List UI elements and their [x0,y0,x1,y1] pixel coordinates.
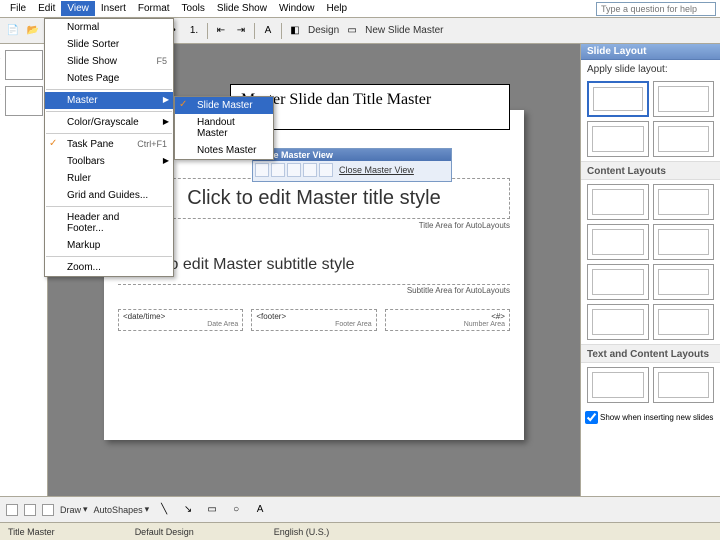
toolbar-title[interactable]: Slide Master View [253,149,451,161]
check-icon: ✓ [49,138,57,149]
checkbox-icon[interactable] [585,411,598,424]
number-placeholder[interactable]: <#> Number Area [385,309,510,331]
view-dropdown: Normal Slide Sorter Slide ShowF5 Notes P… [44,18,174,277]
layout-tile[interactable] [653,184,715,220]
menu-ruler[interactable]: Ruler [45,170,173,187]
numbering-icon[interactable]: 1. [185,22,203,40]
arrow-icon[interactable]: ↘ [179,501,197,519]
layout-tile[interactable] [587,121,649,157]
menu-normal[interactable]: Normal [45,19,173,36]
text-content-layouts-section: Text and Content Layouts [581,344,720,363]
oval-icon[interactable]: ○ [227,501,245,519]
layout-tile[interactable] [653,304,715,340]
layout-tile[interactable] [587,224,649,260]
menu-slide-sorter[interactable]: Slide Sorter [45,36,173,53]
textbox-icon[interactable]: A [251,501,269,519]
footer-placeholder[interactable]: <footer> Footer Area [251,309,376,331]
layout-tile[interactable] [587,184,649,220]
layout-tile[interactable] [653,264,715,300]
menu-notes-page[interactable]: Notes Page [45,70,173,87]
rectangle-icon[interactable]: ▭ [203,501,221,519]
menu-edit[interactable]: Edit [32,1,61,16]
chevron-right-icon: ▶ [163,156,169,165]
status-slide: Title Master [8,527,55,537]
view-normal-icon[interactable] [6,504,18,516]
chevron-right-icon: ▶ [163,117,169,126]
thumbnail-panel: 1 2 [0,44,48,496]
layout-tile[interactable] [587,264,649,300]
layout-tile[interactable] [587,81,649,117]
status-language: English (U.S.) [274,527,330,537]
menu-header-footer[interactable]: Header and Footer... [45,209,173,237]
menu-grid-guides[interactable]: Grid and Guides... [45,187,173,204]
delete-master-icon[interactable] [271,163,285,177]
menu-help[interactable]: Help [321,1,354,16]
view-sorter-icon[interactable] [24,504,36,516]
font-color-icon[interactable]: A [259,22,277,40]
new-icon[interactable]: 📄 [4,22,22,40]
drawing-toolbar: Draw ▾ AutoShapes ▾ ╲ ↘ ▭ ○ A [0,496,720,522]
submenu-notes-master[interactable]: Notes Master [175,142,273,159]
indent-decrease-icon[interactable]: ⇤ [212,22,230,40]
submenu-slide-master[interactable]: ✓Slide Master [175,97,273,114]
menu-insert[interactable]: Insert [95,1,132,16]
menu-task-pane[interactable]: ✓Task PaneCtrl+F1 [45,136,173,153]
submenu-handout-master[interactable]: Handout Master [175,114,273,142]
show-when-inserting-checkbox[interactable]: Show when inserting new slides [581,407,720,428]
menu-slideshow[interactable]: Slide ShowF5 [45,53,173,70]
line-icon[interactable]: ╲ [155,501,173,519]
menu-file[interactable]: File [4,1,32,16]
menu-slideshow[interactable]: Slide Show [211,1,273,16]
menu-markup[interactable]: Markup [45,237,173,254]
menu-zoom[interactable]: Zoom... [45,259,173,276]
layout-tile[interactable] [587,304,649,340]
menu-tools[interactable]: Tools [176,1,211,16]
date-placeholder[interactable]: <date/time> Date Area [118,309,243,331]
slide-master-view-toolbar[interactable]: Slide Master View Close Master View [252,148,452,182]
layout-tile[interactable] [653,81,715,117]
indent-increase-icon[interactable]: ⇥ [232,22,250,40]
layout-tile[interactable] [653,224,715,260]
slide-thumbnail[interactable]: 1 [5,50,43,80]
new-slide-master-button[interactable]: New Slide Master [363,25,445,36]
content-layouts-section: Content Layouts [581,161,720,180]
autoshapes-menu[interactable]: AutoShapes ▾ [94,504,150,515]
open-icon[interactable]: 📂 [24,22,42,40]
design-icon[interactable]: ◧ [286,22,304,40]
menu-format[interactable]: Format [132,1,176,16]
layout-tile[interactable] [653,121,715,157]
master-layout-icon[interactable] [319,163,333,177]
close-master-view-button[interactable]: Close Master View [339,165,414,175]
draw-menu[interactable]: Draw ▾ [60,504,88,515]
status-bar: Title Master Default Design English (U.S… [0,522,720,540]
rename-master-icon[interactable] [287,163,301,177]
design-button[interactable]: Design [306,25,341,36]
check-icon: ✓ [179,99,187,110]
layout-tile[interactable] [587,367,649,403]
task-pane: Slide Layout Apply slide layout: Content… [580,44,720,496]
menu-view[interactable]: View [61,1,95,16]
menu-bar: File Edit View Insert Format Tools Slide… [0,0,720,18]
menu-color-grayscale[interactable]: Color/Grayscale▶ [45,114,173,131]
menu-master[interactable]: Master▶ [45,92,173,109]
view-show-icon[interactable] [42,504,54,516]
title-area-label: Title Area for AutoLayouts [118,221,510,230]
preserve-master-icon[interactable] [303,163,317,177]
chevron-right-icon: ▶ [163,95,169,104]
insert-master-icon[interactable] [255,163,269,177]
help-search-input[interactable] [596,2,716,16]
apply-layout-label: Apply slide layout: [581,60,720,77]
menu-toolbars[interactable]: Toolbars▶ [45,153,173,170]
master-title-placeholder[interactable]: Click to edit Master title style [118,178,510,219]
slide-thumbnail[interactable]: 2 [5,86,43,116]
master-submenu: ✓Slide Master Handout Master Notes Maste… [174,96,274,160]
master-subtitle-placeholder[interactable]: Click to edit Master subtitle style [118,248,510,282]
layout-tile[interactable] [653,367,715,403]
subtitle-area-label: Subtitle Area for AutoLayouts [118,284,510,295]
status-design: Default Design [135,527,194,537]
menu-window[interactable]: Window [273,1,321,16]
task-pane-title[interactable]: Slide Layout [581,44,720,60]
new-slide-icon[interactable]: ▭ [343,22,361,40]
